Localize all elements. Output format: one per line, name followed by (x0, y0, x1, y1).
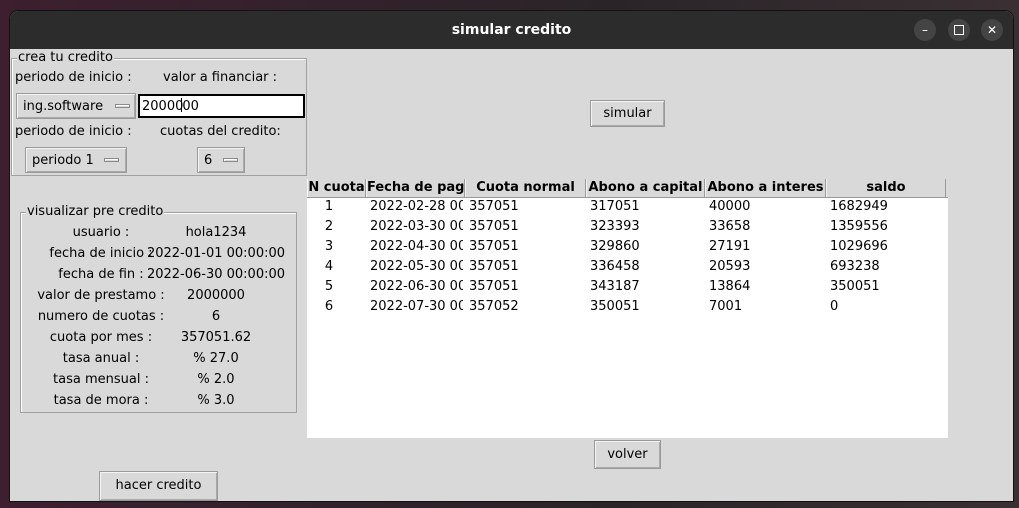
maximize-icon (954, 25, 964, 35)
table-cell: 6 (324, 299, 334, 314)
table-cell: 0 (830, 299, 839, 314)
table-cell: 2022-07-30 00:00:00 (370, 299, 463, 314)
dropdown-indicator-icon (104, 158, 119, 162)
table-row[interactable]: 4 2022-05-30 00:00:00 357051 336458 20593 693… (307, 257, 948, 277)
amount-input[interactable]: 2000000 (138, 94, 305, 118)
table-cell: 2022-05-30 00:00:00 (370, 259, 463, 274)
table-cell: 357051 (469, 239, 519, 254)
table-cell: 40000 (709, 199, 751, 214)
table-cell: 1 (324, 199, 334, 214)
program-select[interactable]: ing.software (16, 93, 136, 119)
table-cell: 20593 (709, 259, 751, 274)
table-cell: 33658 (709, 219, 751, 234)
table-cell: 350051 (830, 279, 880, 294)
table-cell: 323393 (590, 219, 640, 234)
visualizar-row-value: 357051.62 (180, 330, 252, 345)
close-icon: ✕ (986, 23, 998, 37)
title-bar: simular credito – ✕ (10, 11, 1013, 49)
table-row[interactable]: 2 2022-03-30 00:00:00 357051 323393 33658 135… (307, 217, 948, 237)
close-button[interactable]: ✕ (981, 19, 1003, 41)
minimize-button[interactable]: – (914, 19, 936, 41)
window-title: simular credito (451, 22, 572, 38)
table-cell: 2022-03-30 00:00:00 (370, 219, 463, 234)
minimize-icon: – (922, 23, 928, 37)
periodo-inicio-label: periodo de inicio : (15, 70, 132, 85)
visualizar-row-value: % 2.0 (197, 372, 235, 387)
amortization-table[interactable]: N cuota Fecha de pago Cuota normal Abono a … (307, 179, 948, 438)
table-cell: 13864 (709, 279, 751, 294)
table-row[interactable]: 6 2022-07-30 00:00:00 357052 350051 7001 0 (307, 297, 948, 317)
maximize-button[interactable] (948, 19, 970, 41)
periodo-inicio-label-2: periodo de inicio : (15, 124, 132, 139)
hacer-credito-button[interactable]: hacer credito (99, 471, 218, 501)
dropdown-indicator-icon (223, 158, 238, 162)
app-window: simular credito – ✕ crea tu credito peri… (10, 11, 1013, 501)
table-row[interactable]: 3 2022-04-30 00:00:00 357051 329860 27191 102… (307, 237, 948, 257)
visualizar-row-value: % 27.0 (193, 351, 239, 366)
table-cell: 317051 (590, 199, 640, 214)
table-cell: 27191 (709, 239, 751, 254)
visualizar-row-value: 2000000 (187, 288, 245, 303)
table-row[interactable]: 1 2022-02-28 00:00:00 357051 317051 40000 168… (307, 197, 948, 217)
visualizar-row-value: % 3.0 (197, 393, 235, 408)
visualizar-row-value: 2022-06-30 00:00:00 (146, 267, 286, 282)
table-cell: 350051 (590, 299, 640, 314)
volver-button[interactable]: volver (594, 440, 661, 469)
table-cell: 357052 (469, 299, 519, 314)
table-cell: 2 (324, 219, 334, 234)
table-cell: 1682949 (830, 199, 888, 214)
table-cell: 4 (324, 259, 334, 274)
table-cell: 357051 (469, 199, 519, 214)
visualizar-row-value: 2022-01-01 00:00:00 (146, 246, 286, 261)
table-cell: 5 (324, 279, 334, 294)
table-cell: 2022-02-28 00:00:00 (370, 199, 463, 214)
visualizar-row-value: 6 (211, 309, 221, 324)
table-cell: 357051 (469, 219, 519, 234)
table-cell: 1359556 (830, 219, 888, 234)
table-header: N cuota Fecha de pago Cuota normal Abono a … (307, 179, 948, 198)
cuotas-credito-label: cuotas del credito: (160, 124, 281, 139)
table-cell: 2022-06-30 00:00:00 (370, 279, 463, 294)
valor-financiar-label: valor a financiar : (163, 70, 278, 85)
table-cell: 336458 (590, 259, 640, 274)
column-header[interactable]: saldo (826, 179, 946, 197)
crea-credito-title: crea tu credito (17, 50, 114, 65)
table-cell: 2022-04-30 00:00:00 (370, 239, 463, 254)
program-select-value: ing.software (23, 99, 104, 114)
table-cell: 7001 (709, 299, 743, 314)
table-row[interactable]: 5 2022-06-30 00:00:00 357051 343187 13864 350… (307, 277, 948, 297)
column-header[interactable]: Abono a capital (586, 179, 705, 197)
simular-button[interactable]: simular (590, 100, 665, 127)
table-cell: 1029696 (830, 239, 888, 254)
table-cell: 357051 (469, 279, 519, 294)
column-header[interactable]: Abono a interes (705, 179, 826, 197)
table-cell: 357051 (469, 259, 519, 274)
amount-input-value: 2000000 (142, 98, 199, 114)
periodo-select-value: periodo 1 (32, 153, 94, 168)
cuotas-select-value: 6 (204, 153, 213, 168)
cuotas-select[interactable]: 6 (197, 147, 245, 173)
table-cell: 329860 (590, 239, 640, 254)
visualizar-row-value: hola1234 (185, 225, 247, 240)
periodo-select[interactable]: periodo 1 (25, 147, 127, 173)
column-header[interactable]: N cuota (307, 179, 366, 197)
table-cell: 693238 (830, 259, 880, 274)
column-header[interactable]: Fecha de pago (366, 179, 465, 197)
dropdown-indicator-icon (115, 104, 130, 108)
visualizar-title: visualizar pre credito (26, 204, 165, 219)
column-header[interactable]: Cuota normal (465, 179, 586, 197)
table-cell: 343187 (590, 279, 640, 294)
table-cell: 3 (324, 239, 334, 254)
